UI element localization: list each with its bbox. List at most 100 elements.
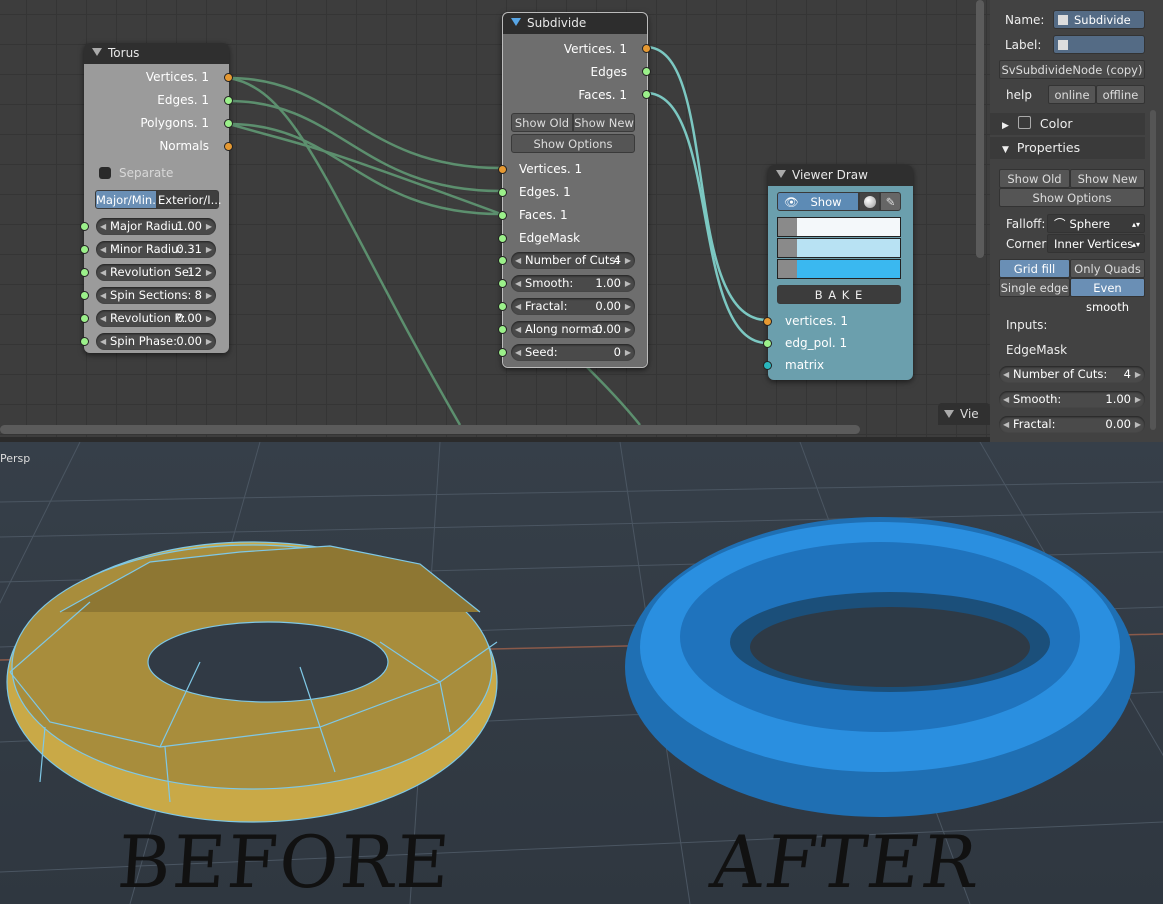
revolution-sections-field[interactable]: ◀ Revolution Se: 12 ▶ (96, 264, 216, 281)
collapse-triangle-icon[interactable] (944, 410, 954, 418)
sphere-shading-button[interactable] (859, 192, 880, 211)
spin-sections-field[interactable]: ◀ Spin Sections: 8 ▶ (96, 287, 216, 304)
along-normal-socket[interactable] (498, 325, 507, 334)
spin-phase-socket[interactable] (80, 337, 89, 346)
show-options-button[interactable]: Show Options (511, 134, 635, 153)
face-color-swatch[interactable] (797, 260, 900, 278)
revolution-sections-socket[interactable] (80, 268, 89, 277)
bake-button[interactable]: B A K E (777, 285, 901, 304)
only-quads-toggle[interactable]: Only Quads (1070, 259, 1145, 278)
subdivide-faces-out-socket[interactable] (642, 90, 651, 99)
panel-show-options-button[interactable]: Show Options (999, 188, 1145, 207)
torus-node[interactable]: Torus Vertices. 1 Edges. 1 Polygons. 1 N… (80, 43, 233, 353)
show-toggle-button[interactable]: 👁 Show (777, 192, 859, 211)
viewer-node-header[interactable]: Viewer Draw (768, 165, 913, 186)
number-of-cuts-field[interactable]: ◀ Number of Cuts: 4 ▶ (511, 252, 635, 269)
viewer-vertices-socket[interactable] (763, 317, 772, 326)
color-section-header[interactable]: ▶ Color (990, 113, 1145, 135)
viewer-matrix-socket[interactable] (763, 361, 772, 370)
wire (645, 45, 768, 322)
major-radius-socket[interactable] (80, 222, 89, 231)
subdivide-vertices-out-socket[interactable] (642, 44, 651, 53)
node-id-button[interactable]: SvSubdivideNode (copy) (999, 60, 1145, 79)
vertex-color-swatch[interactable] (797, 218, 900, 236)
viewer-input-vertices: vertices. 1 (785, 314, 848, 328)
spin-sections-socket[interactable] (80, 291, 89, 300)
subdivide-node[interactable]: Subdivide Vertices. 1 Edges Faces. 1 Sho… (498, 12, 651, 368)
panel-show-new-button[interactable]: Show New (1070, 169, 1145, 188)
color-checkbox[interactable] (1017, 116, 1031, 129)
show-old-button[interactable]: Show Old (511, 113, 573, 132)
label-input[interactable] (1053, 35, 1145, 54)
3d-viewport[interactable]: Persp BEFORE AFTER (0, 442, 1163, 904)
grid-fill-toggle[interactable]: Grid fill (999, 259, 1070, 278)
properties-section-header[interactable]: ▼ Properties (990, 137, 1145, 159)
show-new-button[interactable]: Show New (573, 113, 635, 132)
mode-major-minor-button[interactable]: Major/Min... (95, 190, 163, 209)
subdivide-edges-in-socket[interactable] (498, 188, 507, 197)
torus-polygons-socket[interactable] (224, 119, 233, 128)
subdivide-faces-in-socket[interactable] (498, 211, 507, 220)
online-help-button[interactable]: online (1048, 85, 1096, 104)
separate-checkbox[interactable] (99, 167, 111, 179)
collapse-triangle-icon[interactable] (511, 18, 521, 26)
vertex-color-row[interactable] (777, 217, 901, 237)
viewer-input-matrix: matrix (785, 358, 825, 372)
wire (228, 99, 502, 193)
even-smooth-toggle[interactable]: Even smooth (1070, 278, 1145, 314)
torus-normals-socket[interactable] (224, 142, 233, 151)
before-torus (6, 541, 498, 823)
revolution-phase-field[interactable]: ◀ Revolution P: 0.00 ▶ (96, 310, 216, 327)
mode-exterior-button[interactable]: Exterior/I... (157, 190, 222, 209)
partial-viewer-node[interactable]: Vie (938, 403, 990, 425)
minor-radius-socket[interactable] (80, 245, 89, 254)
torus-node-body: Vertices. 1 Edges. 1 Polygons. 1 Normals… (80, 64, 233, 353)
offline-help-button[interactable]: offline (1096, 85, 1145, 104)
horizontal-scrollbar[interactable] (0, 425, 860, 434)
subdivide-edgemask-in-socket[interactable] (498, 234, 507, 243)
falloff-dropdown[interactable]: ⌒ Sphere ▴▾ (1047, 214, 1145, 233)
panel-number-of-cuts-field[interactable]: ◀ Number of Cuts: 4 ▶ (999, 366, 1145, 383)
node-editor[interactable]: Torus Vertices. 1 Edges. 1 Polygons. 1 N… (0, 0, 990, 437)
panel-show-old-button[interactable]: Show Old (999, 169, 1070, 188)
smooth-socket[interactable] (498, 279, 507, 288)
vertical-scrollbar[interactable] (976, 0, 984, 258)
properties-panel[interactable]: Name: Subdivide Label: SvSubdivideNode (… (990, 0, 1163, 442)
name-input[interactable]: Subdivide (1053, 10, 1145, 29)
torus-node-header[interactable]: Torus (84, 43, 229, 64)
along-normal-field[interactable]: ◀ Along norma: 0.00 ▶ (511, 321, 635, 338)
cuts-socket[interactable] (498, 256, 507, 265)
spin-phase-field[interactable]: ◀ Spin Phase: 0.00 ▶ (96, 333, 216, 350)
revolution-phase-socket[interactable] (80, 314, 89, 323)
seed-field[interactable]: ◀ Seed: 0 ▶ (511, 344, 635, 361)
subdivide-edges-out-socket[interactable] (642, 67, 651, 76)
curve-icon: ⌒ (1054, 217, 1066, 231)
subdivide-output-faces: Faces. 1 (578, 88, 627, 102)
subdivide-input-faces: Faces. 1 (519, 208, 568, 222)
torus-output-edges: Edges. 1 (157, 93, 209, 107)
smooth-field[interactable]: ◀ Smooth: 1.00 ▶ (511, 275, 635, 292)
edge-color-swatch[interactable] (797, 239, 900, 257)
subdivide-node-header[interactable]: Subdivide (503, 13, 647, 34)
collapse-triangle-icon[interactable] (92, 48, 102, 56)
single-edge-toggle[interactable]: Single edge (999, 278, 1070, 297)
panel-scrollbar[interactable] (1150, 110, 1156, 430)
panel-smooth-field[interactable]: ◀ Smooth: 1.00 ▶ (999, 391, 1145, 408)
fractal-field[interactable]: ◀ Fractal: 0.00 ▶ (511, 298, 635, 315)
torus-edges-socket[interactable] (224, 96, 233, 105)
minor-radius-field[interactable]: ◀ Minor Radiu: 0.31 ▶ (96, 241, 216, 258)
torus-vertices-socket[interactable] (224, 73, 233, 82)
link-settings-button[interactable]: ✎ (880, 192, 901, 211)
major-radius-field[interactable]: ◀ Major Radiu: 1.00 ▶ (96, 218, 216, 235)
seed-socket[interactable] (498, 348, 507, 357)
face-color-row[interactable] (777, 259, 901, 279)
corner-dropdown[interactable]: Inner Vertices ▴▾ (1047, 234, 1145, 253)
edge-color-row[interactable] (777, 238, 901, 258)
viewer-draw-node[interactable]: Viewer Draw 👁 Show ✎ B A K E vertices. 1… (763, 165, 913, 380)
viewer-edg-pol-socket[interactable] (763, 339, 772, 348)
collapse-triangle-icon[interactable] (776, 170, 786, 178)
fractal-socket[interactable] (498, 302, 507, 311)
subdivide-vertices-in-socket[interactable] (498, 165, 507, 174)
torus-output-vertices: Vertices. 1 (145, 70, 209, 84)
panel-fractal-field[interactable]: ◀ Fractal: 0.00 ▶ (999, 416, 1145, 433)
